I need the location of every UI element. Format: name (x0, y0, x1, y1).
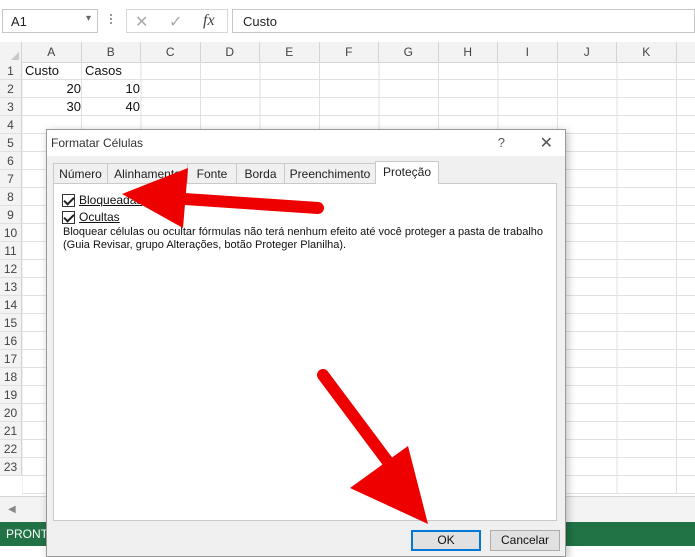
formula-buttons: ✕ ✓ fx (126, 9, 228, 33)
cancel-icon[interactable]: ✕ (135, 12, 148, 32)
protection-note-line2: (Guia Revisar, grupo Alterações, botão P… (63, 239, 347, 251)
row-header-18[interactable]: 18 (0, 368, 22, 386)
cancel-button[interactable]: Cancelar (490, 530, 560, 551)
cell-a1[interactable]: Custo (25, 62, 59, 80)
cell-b2[interactable]: 10 (82, 80, 140, 98)
scroll-left-icon[interactable]: ◀ (8, 504, 16, 515)
column-header-b[interactable]: B (82, 42, 141, 62)
tab-numero[interactable]: Número (53, 163, 108, 183)
close-icon[interactable]: ✕ (540, 133, 553, 153)
name-box-value: A1 (11, 14, 27, 29)
row-header-12[interactable]: 12 (0, 260, 22, 278)
tab-borda[interactable]: Borda (236, 163, 285, 183)
row-header-10[interactable]: 10 (0, 224, 22, 242)
cell-a2[interactable]: 20 (22, 80, 81, 98)
column-header-h[interactable]: H (439, 42, 498, 62)
ok-button[interactable]: OK (411, 530, 481, 551)
row-header-20[interactable]: 20 (0, 404, 22, 422)
row-header-13[interactable]: 13 (0, 278, 22, 296)
protection-note: Bloquear células ou ocultar fórmulas não… (63, 226, 553, 252)
row-header-14[interactable]: 14 (0, 296, 22, 314)
dialog-title: Formatar Células (51, 136, 144, 150)
column-header-c[interactable]: C (141, 42, 201, 62)
formula-input[interactable]: Custo (232, 9, 695, 33)
column-header-d[interactable]: D (201, 42, 260, 62)
row-header-16[interactable]: 16 (0, 332, 22, 350)
row-header-6[interactable]: 6 (0, 152, 22, 170)
hidden-label[interactable]: Ocultas (79, 210, 120, 224)
tab-preenchimento[interactable]: Preenchimento (284, 163, 376, 183)
column-header-k[interactable]: K (617, 42, 677, 62)
name-box[interactable]: A1 ▾ (2, 9, 98, 33)
column-header-f[interactable]: F (320, 42, 379, 62)
column-header-j[interactable]: J (558, 42, 617, 62)
column-header-e[interactable]: E (260, 42, 320, 62)
column-header-g[interactable]: G (379, 42, 439, 62)
row-header-17[interactable]: 17 (0, 350, 22, 368)
row-header-19[interactable]: 19 (0, 386, 22, 404)
protection-note-line1: Bloquear células ou ocultar fórmulas não… (63, 226, 544, 238)
tab-protecao[interactable]: Proteção (375, 161, 439, 184)
row-header-11[interactable]: 11 (0, 242, 22, 260)
row-header-1[interactable]: 1 (0, 62, 22, 80)
row-header-3[interactable]: 3 (0, 98, 22, 116)
hidden-checkbox[interactable] (62, 211, 75, 224)
tab-fonte[interactable]: Fonte (187, 163, 237, 183)
locked-label[interactable]: Bloqueadas (79, 193, 142, 207)
row-header-22[interactable]: 22 (0, 440, 22, 458)
row-header-15[interactable]: 15 (0, 314, 22, 332)
formula-bar: A1 ▾ ✕ ✓ fx Custo (0, 0, 695, 42)
column-headers: ABCDEFGHIJK (0, 42, 695, 63)
row-header-2[interactable]: 2 (0, 80, 22, 98)
grip-icon[interactable] (110, 12, 113, 28)
column-header-a[interactable]: A (22, 42, 82, 62)
dialog-titlebar: Formatar Células ? ✕ (47, 130, 565, 156)
chevron-down-icon[interactable]: ▾ (86, 13, 91, 24)
column-header-i[interactable]: I (498, 42, 558, 62)
enter-icon[interactable]: ✓ (169, 12, 182, 32)
row-header-23[interactable]: 23 (0, 458, 22, 476)
cell-b3[interactable]: 40 (82, 98, 140, 116)
row-header-9[interactable]: 9 (0, 206, 22, 224)
locked-checkbox[interactable] (62, 194, 75, 207)
row-header-7[interactable]: 7 (0, 170, 22, 188)
help-icon[interactable]: ? (498, 135, 505, 150)
row-header-21[interactable]: 21 (0, 422, 22, 440)
cell-a3[interactable]: 30 (22, 98, 81, 116)
tab-alinhamento[interactable]: Alinhamento (107, 163, 188, 183)
cell-b1[interactable]: Casos (85, 62, 122, 80)
row-header-4[interactable]: 4 (0, 116, 22, 134)
select-all-button[interactable] (0, 42, 22, 62)
format-cells-dialog: Formatar Células ? ✕ Número Alinhamento … (46, 129, 566, 557)
insert-function-icon[interactable]: fx (203, 12, 215, 30)
formula-value: Custo (243, 14, 277, 29)
protection-panel: Bloqueadas Ocultas Bloquear células ou o… (53, 183, 557, 521)
row-header-5[interactable]: 5 (0, 134, 22, 152)
row-header-8[interactable]: 8 (0, 188, 22, 206)
